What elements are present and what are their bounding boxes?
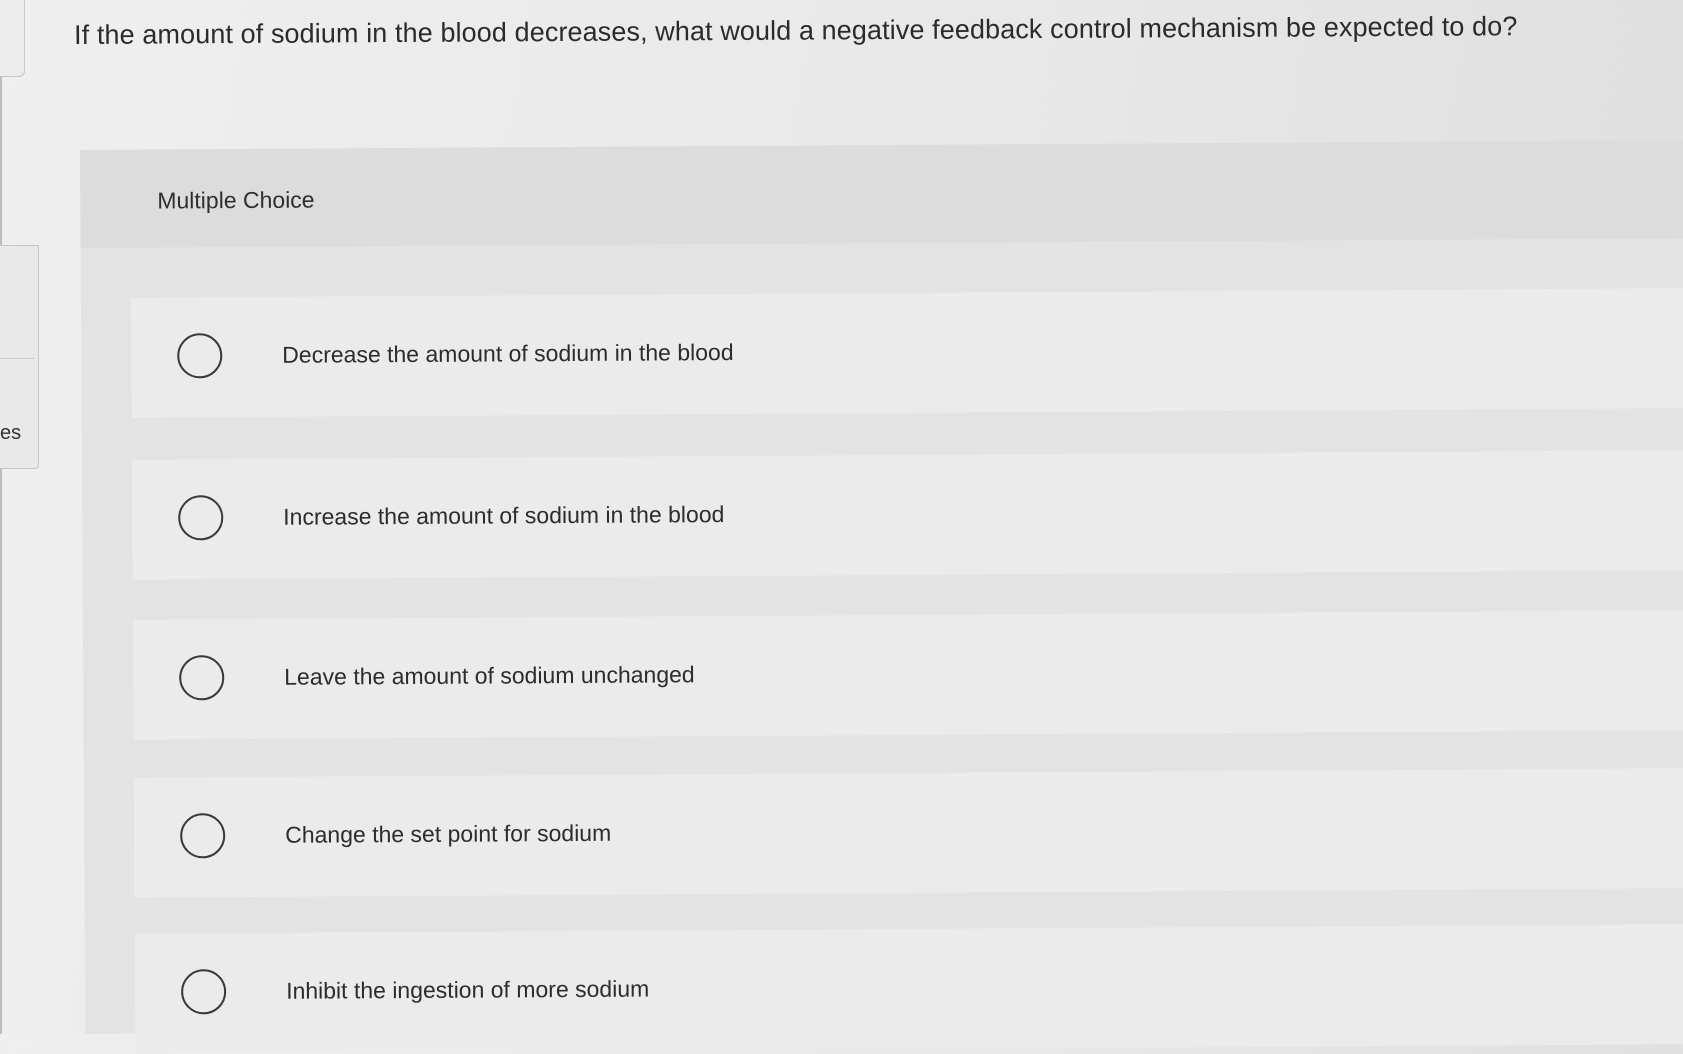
answer-option-5[interactable]: Inhibit the ingestion of more sodium xyxy=(134,924,1683,1054)
answer-option-label[interactable]: Change the set point for sodium xyxy=(285,820,611,849)
radio-button-icon[interactable] xyxy=(180,813,226,859)
sidebar-nav-tab[interactable]: es xyxy=(0,245,39,469)
answer-option-2[interactable]: Increase the amount of sodium in the blo… xyxy=(131,450,1683,580)
radio-button-icon[interactable] xyxy=(179,655,225,701)
radio-button-icon[interactable] xyxy=(181,969,227,1015)
radio-button-icon[interactable] xyxy=(178,495,224,541)
answer-option-label[interactable]: Inhibit the ingestion of more sodium xyxy=(286,976,649,1005)
left-edge-border xyxy=(0,0,2,1034)
answer-option-4[interactable]: Change the set point for sodium xyxy=(133,768,1683,898)
answer-option-label[interactable]: Increase the amount of sodium in the blo… xyxy=(283,501,724,531)
sidebar-divider xyxy=(0,358,34,359)
answer-option-label[interactable]: Decrease the amount of sodium in the blo… xyxy=(282,339,734,369)
multiple-choice-label: Multiple Choice xyxy=(157,186,315,214)
multiple-choice-panel: Multiple Choice Decrease the amount of s… xyxy=(80,140,1683,1054)
answer-option-3[interactable]: Leave the amount of sodium unchanged xyxy=(132,610,1683,740)
sidebar-top-tab[interactable] xyxy=(0,0,25,77)
answer-option-label[interactable]: Leave the amount of sodium unchanged xyxy=(284,661,695,691)
multiple-choice-header: Multiple Choice xyxy=(80,140,1683,248)
question-text: If the amount of sodium in the blood dec… xyxy=(74,11,1518,50)
radio-button-icon[interactable] xyxy=(177,333,223,379)
sidebar-label-fragment: es xyxy=(0,422,22,444)
answer-option-1[interactable]: Decrease the amount of sodium in the blo… xyxy=(130,288,1683,418)
